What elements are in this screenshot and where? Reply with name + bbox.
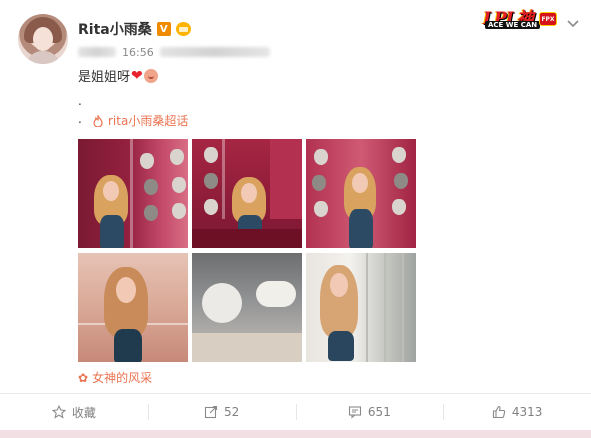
photo-2[interactable]	[192, 139, 302, 248]
favorite-button[interactable]: 收藏	[0, 394, 148, 430]
post-text-dot-1: .	[78, 94, 82, 108]
avatar-body	[26, 51, 60, 64]
smile-emoji-icon	[143, 68, 158, 83]
photo-6[interactable]	[306, 253, 416, 362]
weibo-post-card: Rita小雨桑 V 16:56 是姐姐呀 ❤ . . rita小雨桑超话 LPL…	[0, 0, 591, 438]
caption-link[interactable]: ✿ 女神的风采	[78, 369, 152, 386]
post-meta: 16:56	[78, 44, 270, 60]
user-line: Rita小雨桑 V	[78, 19, 191, 39]
logo-badge: FPX	[539, 12, 557, 26]
username-link[interactable]: Rita小雨桑	[78, 19, 152, 39]
photo-grid	[78, 139, 418, 363]
photo-5[interactable]	[192, 253, 302, 362]
super-topic-label: rita小雨桑超话	[108, 114, 189, 128]
comment-icon	[348, 405, 362, 419]
post-actions: 收藏 52 651 4313	[0, 394, 591, 430]
caption-label: 女神的风采	[92, 371, 153, 385]
repost-icon	[204, 405, 218, 419]
lpl-logo[interactable]: LPL神 ACE WE CAN FPX	[481, 4, 557, 32]
logo-subtitle: ACE WE CAN	[485, 21, 541, 29]
comment-count: 651	[367, 405, 391, 419]
fire-topic-icon	[92, 114, 104, 127]
blurred-date	[78, 47, 116, 57]
bottom-strip	[0, 430, 591, 438]
post-text: 是姐姐呀 ❤	[78, 66, 158, 85]
repost-button[interactable]: 52	[147, 394, 296, 430]
post-time[interactable]: 16:56	[122, 46, 154, 59]
favorite-label: 收藏	[71, 405, 96, 420]
repost-count: 52	[223, 405, 240, 419]
photo-4[interactable]	[78, 253, 188, 362]
crown-badge-icon	[175, 22, 191, 36]
star-icon	[51, 405, 66, 419]
verified-badge: V	[156, 22, 171, 36]
thumbs-up-icon	[492, 405, 506, 419]
photo-3[interactable]	[306, 139, 416, 248]
comment-button[interactable]: 651	[295, 394, 444, 430]
post-text-content: 是姐姐呀	[78, 70, 131, 85]
blurred-source	[159, 47, 270, 57]
avatar-face	[33, 27, 53, 51]
post-text-dot-2: .	[78, 112, 82, 126]
heart-emoji-icon: ❤	[131, 67, 143, 84]
chevron-down-icon[interactable]	[566, 14, 580, 28]
super-topic-link[interactable]: rita小雨桑超话	[92, 112, 188, 129]
user-avatar[interactable]	[18, 14, 68, 64]
like-button[interactable]: 4313	[443, 394, 591, 430]
like-count: 4313	[511, 405, 543, 419]
flower-icon: ✿	[78, 370, 89, 385]
photo-1[interactable]	[78, 139, 188, 248]
